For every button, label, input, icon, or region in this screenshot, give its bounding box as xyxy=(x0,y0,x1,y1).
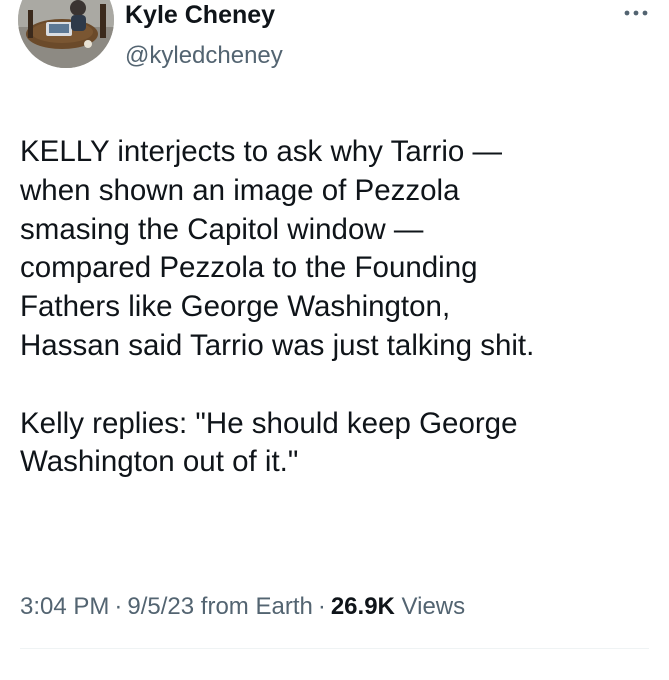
tweet-timestamp-time[interactable]: 3:04 PM xyxy=(20,593,109,620)
views-label[interactable]: Views xyxy=(402,593,466,620)
tweet-paragraph: Kelly replies: "He should keep George Wa… xyxy=(20,405,655,483)
tweet-metadata: 3:04 PM · 9/5/23 from Earth · 26.9K Views xyxy=(20,590,465,624)
tweet-timestamp-date[interactable]: 9/5/23 xyxy=(127,593,194,620)
author-display-name[interactable]: Kyle Cheney xyxy=(125,0,275,32)
avatar-photo xyxy=(18,0,114,68)
avatar[interactable] xyxy=(18,0,114,68)
tweet-line: Fathers like George Washington, xyxy=(20,290,451,324)
meta-separator: · xyxy=(317,593,326,620)
tweet-source: from Earth xyxy=(200,593,313,620)
tweet-line: compared Pezzola to the Founding xyxy=(20,251,478,285)
tweet-line: Washington out of it." xyxy=(20,445,299,479)
tweet-line: KELLY interjects to ask why Tarrio — xyxy=(20,135,503,168)
tweet-text: KELLY interjects to ask why Tarrio — whe… xyxy=(20,133,655,482)
tweet-line: when shown an image of Pezzola xyxy=(20,173,460,207)
more-options-button[interactable] xyxy=(620,2,652,24)
meta-separator: · xyxy=(114,593,123,620)
tweet-paragraph: KELLY interjects to ask why Tarrio — whe… xyxy=(20,133,655,366)
author-handle[interactable]: @kyledcheney xyxy=(125,40,283,72)
tweet-line: Hassan said Tarrio was just talking shit… xyxy=(20,328,535,362)
views-count[interactable]: 26.9K xyxy=(331,593,395,620)
divider xyxy=(20,648,649,649)
tweet-line: Kelly replies: "He should keep George xyxy=(20,406,518,440)
tweet-line: smasing the Capitol window — xyxy=(20,212,424,246)
more-horizontal-icon xyxy=(624,10,648,16)
